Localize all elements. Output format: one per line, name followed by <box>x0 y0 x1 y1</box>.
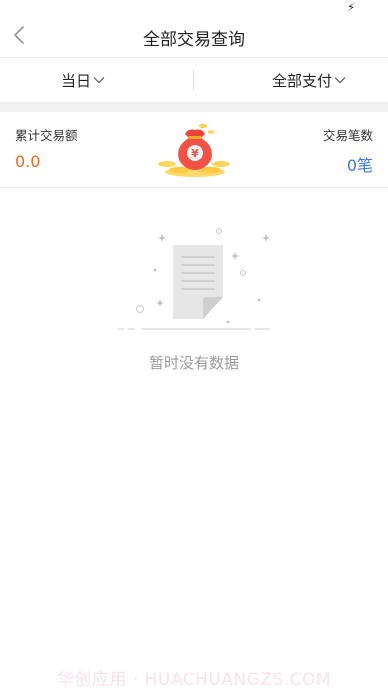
money-bag-icon: ¥ <box>158 123 230 177</box>
date-filter-label: 当日 <box>61 71 92 90</box>
total-amount-value: 0.0 <box>15 152 41 171</box>
transaction-count-value: 0笔 <box>346 156 373 175</box>
chevron-down-icon <box>93 76 105 84</box>
date-filter-dropdown[interactable]: 当日 <box>61 58 105 102</box>
total-amount-label: 累计交易额 <box>15 128 78 143</box>
payment-filter-label: 全部支付 <box>272 71 333 90</box>
page-title: 全部交易查询 <box>143 30 245 50</box>
filter-bar: 当日 全部支付 <box>0 58 388 102</box>
nav-bar: 全部交易查询 <box>0 14 388 58</box>
summary-panel: 累计交易额 0.0 ¥ 交易笔数 0笔 <box>0 112 388 188</box>
charging-bolt-icon: ⚡ <box>347 1 355 14</box>
payment-filter-dropdown[interactable]: 全部支付 <box>272 58 346 102</box>
empty-document-icon <box>118 228 270 330</box>
filter-divider <box>193 70 194 90</box>
watermark: 华创应用 · HUACHUANGZS.COM <box>56 670 332 690</box>
status-bar: ⚡ <box>0 0 388 14</box>
transaction-count-label: 交易笔数 <box>322 128 373 143</box>
empty-state-message: 暂时没有数据 <box>148 354 239 372</box>
section-separator <box>0 102 388 112</box>
chevron-down-icon <box>334 76 346 84</box>
svg-text:¥: ¥ <box>191 147 199 160</box>
transaction-query-screen: ⚡ 全部交易查询 当日 全部支付 累计交易额 0.0 ¥ 交易笔数 0笔 暂时没… <box>0 0 388 697</box>
